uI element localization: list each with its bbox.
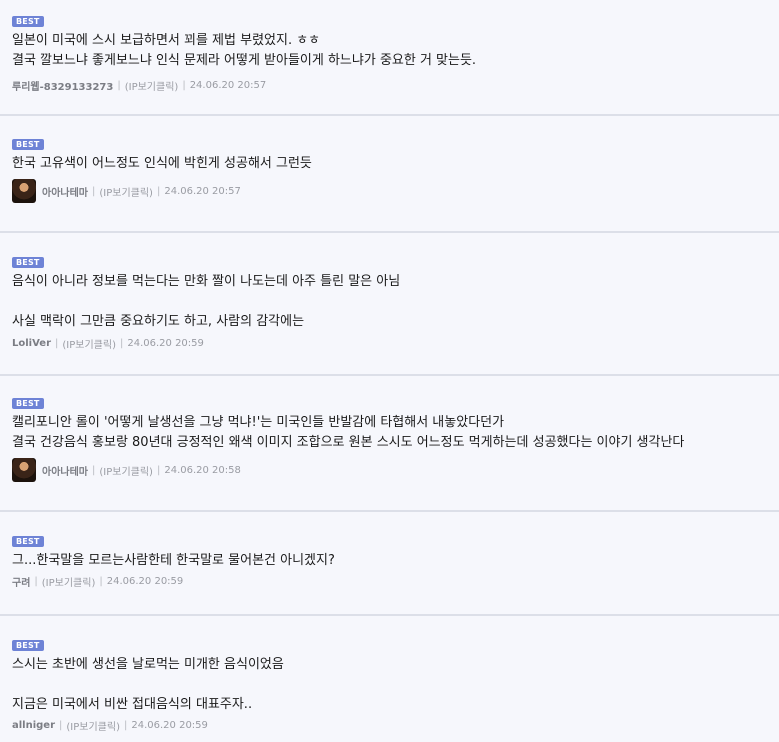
author-name[interactable]: allniger (12, 720, 55, 731)
comment-line: 음식이 아니라 정보를 먹는다는 만화 짤이 나도는데 아주 틀린 말은 아님 (12, 274, 401, 289)
comment-date: 24.06.20 20:59 (106, 575, 184, 587)
comment-line: 그...한국말을 모르는사람한테 한국말로 물어본건 아니겠지? (12, 553, 335, 568)
comment-date: 24.06.20 20:59 (131, 719, 208, 731)
comment-line: 사실 맥락이 그만큼 중요하기도 하고, 사람의 감각에는 (12, 314, 305, 329)
meta-separator: | (99, 575, 103, 587)
comment-text: 캘리포니안 롤이 '어떻게 날생선을 그냥 먹냐!'는 미국인들 반발감에 타협… (12, 413, 779, 453)
ip-view-link[interactable]: (IP보기클릭) (99, 463, 153, 478)
author-name[interactable]: 구려 (12, 574, 30, 589)
meta-separator: | (92, 464, 96, 476)
comment-item: BEST 일본이 미국에 스시 보급하면서 꾀를 제법 부렸었지. ㅎㅎ 결국 … (0, 0, 779, 116)
meta-separator: | (117, 79, 121, 91)
comment-line: 결국 깔보느냐 좋게보느냐 인식 문제라 어떻게 받아들이게 하느냐가 중요한 … (12, 53, 477, 68)
comment-date: 24.06.20 20:59 (127, 337, 204, 349)
ip-view-link[interactable]: (IP보기클릭) (99, 184, 153, 199)
comment-meta: allniger | (IP보기클릭) | 24.06.20 20:59 (12, 717, 779, 733)
best-badge: BEST (12, 536, 44, 547)
meta-separator: | (119, 337, 124, 349)
comment-line (12, 292, 779, 312)
best-badge: BEST (12, 16, 44, 27)
comment-line: 한국 고유색이 어느정도 인식에 박힌게 성공해서 그런듯 (12, 156, 312, 171)
comment-date: 24.06.20 20:57 (189, 79, 267, 91)
best-badge: BEST (12, 139, 44, 150)
meta-separator: | (55, 337, 59, 349)
avatar[interactable] (12, 458, 36, 482)
comment-item: BEST 스시는 초반에 생선을 날로먹는 미개한 음식이었음 지금은 미국에서… (0, 616, 779, 742)
comment-line (12, 675, 779, 695)
comment-line: 일본이 미국에 스시 보급하면서 꾀를 제법 부렸었지. ㅎㅎ (12, 33, 321, 48)
comment-meta: 아아나테마 | (IP보기클릭) | 24.06.20 20:57 (12, 178, 779, 204)
ip-view-link[interactable]: (IP보기클릭) (66, 718, 120, 733)
best-badge: BEST (12, 640, 44, 651)
meta-separator: | (156, 185, 161, 197)
comment-meta: LoliVer | (IP보기클릭) | 24.06.20 20:59 (12, 335, 779, 351)
comment-meta: 아아나테마 | (IP보기클릭) | 24.06.20 20:58 (12, 457, 779, 483)
ip-view-link[interactable]: (IP보기클릭) (125, 78, 179, 93)
comment-line: 지금은 미국에서 비싼 접대음식의 대표주자.. (12, 697, 253, 712)
comment-text: 일본이 미국에 스시 보급하면서 꾀를 제법 부렸었지. ㅎㅎ 결국 깔보느냐 … (12, 31, 779, 71)
meta-separator: | (92, 185, 96, 197)
comment-item: BEST 한국 고유색이 어느정도 인식에 박힌게 성공해서 그런듯 아아나테마… (0, 116, 779, 233)
comment-list: BEST 일본이 미국에 스시 보급하면서 꾀를 제법 부렸었지. ㅎㅎ 결국 … (0, 0, 779, 742)
meta-separator: | (182, 79, 186, 91)
best-badge: BEST (12, 257, 44, 268)
avatar[interactable] (12, 179, 36, 203)
comment-line: 스시는 초반에 생선을 날로먹는 미개한 음식이었음 (12, 657, 284, 672)
comment-item: BEST 캘리포니안 롤이 '어떻게 날생선을 그냥 먹냐!'는 미국인들 반발… (0, 376, 779, 512)
ip-view-link[interactable]: (IP보기클릭) (42, 574, 96, 589)
meta-separator: | (124, 719, 128, 731)
author-name[interactable]: LoliVer (12, 338, 51, 349)
best-badge: BEST (12, 398, 44, 409)
comment-text: 그...한국말을 모르는사람한테 한국말로 물어본건 아니겠지? (12, 551, 779, 571)
comment-text: 스시는 초반에 생선을 날로먹는 미개한 음식이었음 지금은 미국에서 비싼 접… (12, 655, 779, 715)
comment-line: 결국 건강음식 홍보랑 80년대 긍정적인 왜색 이미지 조합으로 원본 스시도… (12, 435, 685, 450)
comment-item: BEST 음식이 아니라 정보를 먹는다는 만화 짤이 나도는데 아주 틀린 말… (0, 233, 779, 376)
comment-date: 24.06.20 20:58 (164, 464, 241, 476)
author-name[interactable]: 아아나테마 (42, 184, 88, 199)
ip-view-link[interactable]: (IP보기클릭) (62, 336, 116, 351)
comment-text: 한국 고유색이 어느정도 인식에 박힌게 성공해서 그런듯 (12, 154, 779, 174)
meta-separator: | (34, 575, 38, 587)
comment-item: BEST 그...한국말을 모르는사람한테 한국말로 물어본건 아니겠지? 구려… (0, 512, 779, 616)
meta-separator: | (59, 719, 63, 731)
comment-meta: 구려 | (IP보기클릭) | 24.06.20 20:59 (12, 573, 779, 589)
meta-separator: | (156, 464, 161, 476)
comment-text: 음식이 아니라 정보를 먹는다는 만화 짤이 나도는데 아주 틀린 말은 아님 … (12, 272, 779, 332)
comment-meta: 루리웹-8329133273 | (IP보기클릭) | 24.06.20 20:… (12, 77, 779, 93)
comment-date: 24.06.20 20:57 (164, 185, 241, 197)
author-name[interactable]: 아아나테마 (42, 463, 88, 478)
author-name[interactable]: 루리웹-8329133273 (12, 78, 113, 93)
comment-line: 캘리포니안 롤이 '어떻게 날생선을 그냥 먹냐!'는 미국인들 반발감에 타협… (12, 415, 505, 430)
